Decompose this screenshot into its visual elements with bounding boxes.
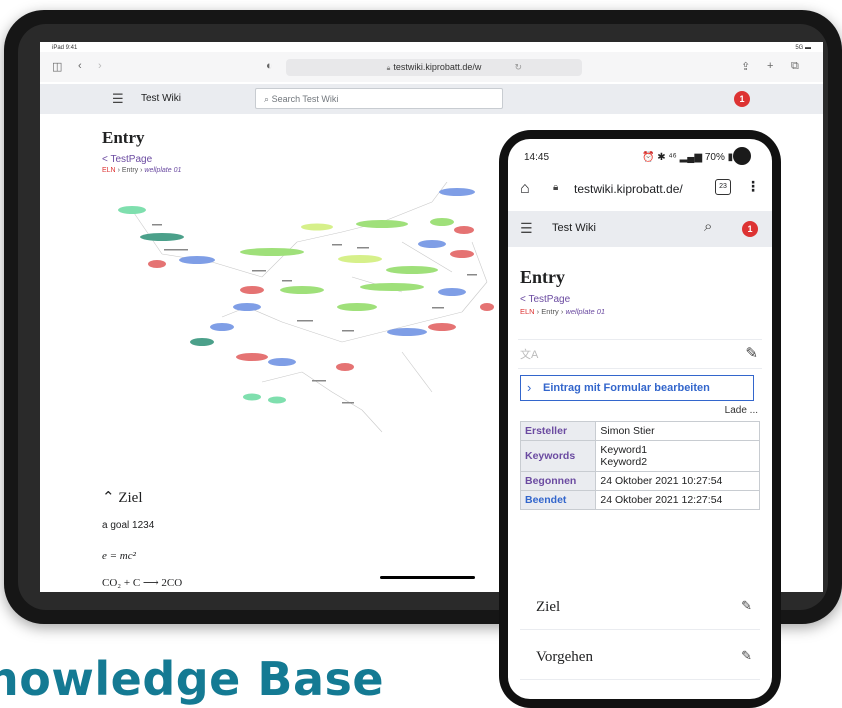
- graph-nodes: [118, 188, 494, 404]
- new-tab-icon[interactable]: +: [767, 60, 773, 72]
- property-value: Keyword1 Keyword2: [595, 440, 760, 472]
- tab-count-icon[interactable]: 23: [715, 179, 731, 195]
- front-camera: [733, 147, 751, 165]
- phone-status-bar: 14:45 ⏰ ✱ ⁴⁶ ▂▄▆ 70% ▮: [508, 139, 772, 169]
- chevron-right-icon: ›: [527, 380, 532, 395]
- edit-with-form-label: Eintrag mit Formular bearbeiten: [543, 382, 710, 394]
- phone-menu-icon[interactable]: ☰: [520, 220, 533, 237]
- search-input[interactable]: ⌕ Search Test Wiki: [255, 88, 503, 109]
- knowledge-graph[interactable]: [102, 182, 532, 472]
- home-indicator[interactable]: [380, 576, 475, 579]
- property-value: 24 Oktober 2021 12:27:54: [595, 490, 760, 510]
- ipad-page-content: Entry < TestPage ELN › Entry › wellplate…: [102, 128, 532, 589]
- keyword-value: Keyword2: [600, 456, 648, 468]
- goal-text: a goal 1234: [102, 520, 155, 531]
- privacy-shield-icon[interactable]: ◐: [266, 60, 273, 72]
- property-value: 24 Oktober 2021 10:27:54: [595, 471, 760, 491]
- graph-edge-labels: [152, 224, 477, 404]
- phone-breadcrumb-current[interactable]: wellplate 01: [565, 307, 605, 316]
- edit-pencil-icon[interactable]: ✎: [745, 344, 758, 362]
- site-title[interactable]: Test Wiki: [141, 93, 181, 104]
- back-link[interactable]: < TestPage: [102, 154, 532, 165]
- property-value: Simon Stier: [595, 421, 760, 441]
- collapse-icon[interactable]: ⌃: [102, 490, 115, 506]
- lock-icon: 🔒︎: [553, 182, 559, 193]
- knowledge-base-banner: nowledge Base: [0, 652, 385, 706]
- edit-section-icon[interactable]: ✎: [741, 648, 752, 664]
- phone-page-content: Entry < TestPage ELN › Entry › wellplate…: [520, 267, 762, 316]
- sidebar-icon[interactable]: ◫: [52, 60, 62, 73]
- property-key[interactable]: Keywords: [519, 440, 597, 472]
- table-row: Begonnen 24 Oktober 2021 10:27:54: [519, 471, 760, 491]
- section-vorgehen-label: Vorgehen: [536, 649, 593, 665]
- phone-device: 14:45 ⏰ ✱ ⁴⁶ ▂▄▆ 70% ▮ ⌂ 🔒︎ testwiki.kip…: [499, 130, 781, 708]
- property-key[interactable]: Beendet: [519, 490, 597, 510]
- property-key[interactable]: Begonnen: [519, 471, 597, 491]
- section-ziel[interactable]: Ziel ✎: [520, 589, 760, 630]
- phone-wiki-header: ☰ Test Wiki ⌕ 1: [508, 211, 772, 247]
- language-icon[interactable]: 文A: [520, 346, 538, 362]
- home-icon[interactable]: ⌂: [520, 180, 530, 198]
- phone-page-title: Entry: [520, 267, 565, 287]
- property-key[interactable]: Ersteller: [519, 421, 597, 441]
- section-ziel-label: Ziel: [536, 599, 561, 615]
- phone-status-icons: ⏰ ✱ ⁴⁶ ▂▄▆ 70% ▮: [642, 152, 734, 163]
- table-row: Keywords Keyword1 Keyword2: [519, 440, 760, 472]
- safari-toolbar: ◫ ‹ › ◐ 🔒︎ testwiki.kiprobatt.de/w ↻ ⇪ + …: [40, 52, 823, 82]
- phone-url-text[interactable]: testwiki.kiprobatt.de/: [574, 182, 683, 196]
- breadcrumb-root[interactable]: ELN: [102, 167, 116, 174]
- loading-text: Lade ...: [724, 405, 758, 416]
- back-icon[interactable]: ‹: [78, 60, 82, 72]
- url-text: testwiki.kiprobatt.de/w: [393, 62, 482, 72]
- status-time: iPad 9:41: [52, 45, 78, 51]
- section-ziel-header[interactable]: ⌃ Ziel: [102, 488, 142, 507]
- section-ziel-title: Ziel: [118, 490, 143, 506]
- notification-badge[interactable]: 1: [734, 91, 750, 107]
- edit-with-form-button[interactable]: › Eintrag mit Formular bearbeiten: [520, 375, 754, 401]
- formula-emc2: e = mc²: [102, 550, 136, 562]
- phone-notification-badge[interactable]: 1: [742, 221, 758, 237]
- tabs-icon[interactable]: ⧉: [791, 60, 799, 73]
- breadcrumb-middle: › Entry ›: [115, 167, 145, 174]
- page-tools-bar: 文A ✎: [518, 339, 762, 369]
- breadcrumb-current[interactable]: wellplate 01: [144, 167, 181, 174]
- more-menu-icon[interactable]: ⋮: [746, 178, 760, 195]
- phone-breadcrumb-middle: › Entry ›: [534, 307, 566, 316]
- keyword-value: Keyword1: [600, 444, 648, 456]
- forward-icon[interactable]: ›: [98, 60, 102, 72]
- section-vorgehen[interactable]: Vorgehen ✎: [520, 639, 760, 680]
- menu-icon[interactable]: ☰: [112, 91, 124, 107]
- address-bar[interactable]: 🔒︎ testwiki.kiprobatt.de/w ↻: [286, 59, 582, 76]
- phone-site-title[interactable]: Test Wiki: [552, 222, 596, 234]
- properties-table: Ersteller Simon Stier Keywords Keyword1 …: [519, 421, 760, 510]
- reload-icon[interactable]: ↻: [514, 59, 522, 76]
- formula-co2: CO₂ + C ⟶ 2CO: [102, 577, 183, 589]
- breadcrumb: ELN › Entry › wellplate 01: [102, 167, 532, 174]
- search-icon: ⌕: [264, 94, 270, 104]
- share-icon[interactable]: ⇪: [741, 60, 750, 73]
- phone-screen: 14:45 ⏰ ✱ ⁴⁶ ▂▄▆ 70% ▮ ⌂ 🔒︎ testwiki.kip…: [508, 139, 772, 699]
- phone-breadcrumb: ELN › Entry › wellplate 01: [520, 307, 762, 316]
- phone-address-bar[interactable]: ⌂ 🔒︎ testwiki.kiprobatt.de/ 23 ⋮: [508, 171, 772, 207]
- edit-section-icon[interactable]: ✎: [741, 598, 752, 614]
- lock-icon: 🔒︎: [386, 65, 391, 72]
- status-battery: 5G ▬: [795, 45, 811, 51]
- table-row: Ersteller Simon Stier: [519, 421, 760, 441]
- wiki-header: ☰ Test Wiki ⌕ Search Test Wiki 1: [40, 84, 823, 114]
- search-placeholder: Search Test Wiki: [271, 94, 339, 104]
- phone-back-link[interactable]: < TestPage: [520, 294, 762, 305]
- table-row: Beendet 24 Oktober 2021 12:27:54: [519, 490, 760, 510]
- phone-search-icon[interactable]: ⌕: [704, 218, 712, 235]
- page-title: Entry: [102, 128, 145, 147]
- phone-breadcrumb-root[interactable]: ELN: [520, 307, 535, 316]
- phone-status-time: 14:45: [524, 152, 550, 163]
